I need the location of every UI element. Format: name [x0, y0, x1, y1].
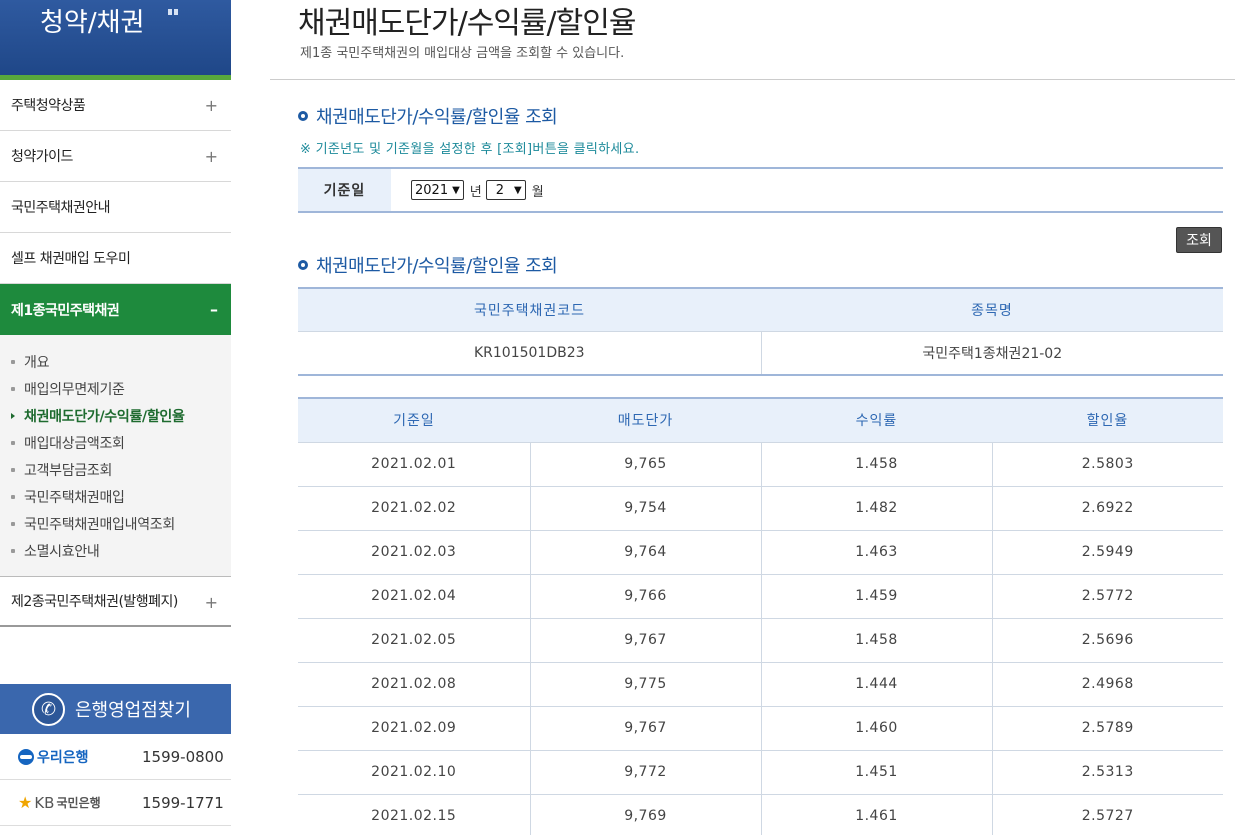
sidebar: 청약/채권 주택청약상품 + 청약가이드 + 국민주택채권안내 셀프 채권매입 … [0, 0, 231, 835]
table-row: 2021.02.15 9,769 1.461 2.5727 [298, 793, 1223, 835]
submenu-label: 매입대상금액조회 [24, 435, 125, 452]
table-row: 2021.02.04 9,766 1.459 2.5772 [298, 573, 1223, 618]
minus-icon: – [210, 300, 218, 319]
table-row: 2021.02.03 9,764 1.463 2.5949 [298, 529, 1223, 574]
bullet-icon [11, 494, 15, 499]
sidebar-item-self-purchase-helper[interactable]: 셀프 채권매입 도우미 [0, 233, 231, 284]
column-header: 수익률 [761, 398, 992, 442]
column-header: 매도단가 [530, 398, 761, 442]
column-header: 종목명 [761, 288, 1223, 331]
bank-row: 우리은행 1599-0800 [0, 734, 231, 780]
bank-finder-header[interactable]: ✆ 은행영업점찾기 [0, 684, 231, 734]
table-row: KR101501DB23 국민주택1종채권21-02 [298, 330, 1223, 375]
rate-table: 기준일 매도단가 수익률 할인율 2021.02.01 9,765 1.458 2.5… [298, 397, 1223, 835]
sidebar-item-label: 주택청약상품 [11, 98, 86, 114]
submenu-label: 개요 [24, 354, 50, 371]
sidebar-item-label: 제1종국민주택채권 [11, 302, 120, 319]
title-divider [270, 79, 1235, 80]
submenu-label: 고객부담금조회 [24, 462, 113, 479]
page-description: 제1종 국민주택채권의 매입대상 금액을 조회할 수 있습니다. [300, 46, 625, 61]
submenu-item-rates[interactable]: 채권매도단가/수익률/할인율 [0, 402, 231, 429]
column-header: 기준일 [298, 398, 530, 442]
bullet-icon [11, 548, 15, 553]
month-unit: 월 [531, 184, 544, 200]
table-row: 2021.02.09 9,767 1.460 2.5789 [298, 705, 1223, 750]
filter-label: 기준일 [298, 169, 391, 211]
sidebar-item-type1-bond[interactable]: 제1종국민주택채권 – [0, 284, 231, 335]
column-header: 국민주택채권코드 [298, 288, 761, 331]
table-row: 2021.02.08 9,775 1.444 2.4968 [298, 661, 1223, 706]
bond-code: KR101501DB23 [298, 330, 761, 375]
sidebar-item-subscription-guide[interactable]: 청약가이드 + [0, 131, 231, 182]
section-title: 채권매도단가/수익률/할인율 조회 [298, 103, 558, 129]
table-row: 2021.02.05 9,767 1.458 2.5696 [298, 617, 1223, 662]
plus-icon: + [204, 593, 218, 612]
sidebar-header: 청약/채권 [0, 0, 231, 75]
sidebar-item-housing-subscription[interactable]: 주택청약상품 + [0, 80, 231, 131]
bullet-icon [11, 359, 15, 364]
kb-star-icon: ★ [18, 793, 33, 812]
submenu-item-purchase[interactable]: 국민주택채권매입 [0, 483, 231, 510]
circle-bullet-icon [298, 111, 308, 121]
page-title: 채권매도단가/수익률/할인율 [298, 6, 636, 41]
submenu-item-purchase-history[interactable]: 국민주택채권매입내역조회 [0, 510, 231, 537]
sidebar-item-label: 제2종국민주택채권(발행폐지) [11, 594, 178, 610]
chevron-down-icon: ▼ [514, 184, 522, 196]
submenu: 개요 매입의무면제기준 채권매도단가/수익률/할인율 매입대상금액조회 고객부담… [0, 335, 231, 577]
date-filter: 기준일 2021 ▼ 년 2 ▼ 월 [298, 167, 1223, 213]
submenu-item-prescription[interactable]: 소멸시효안내 [0, 537, 231, 564]
triangle-right-icon [11, 412, 15, 419]
submenu-label: 국민주택채권매입 [24, 489, 125, 506]
bullet-icon [11, 467, 15, 472]
bank-row: ★ KB 국민은행 1599-1771 [0, 780, 231, 826]
table-row: 2021.02.02 9,754 1.482 2.6922 [298, 485, 1223, 530]
submenu-item-exemption[interactable]: 매입의무면제기준 [0, 375, 231, 402]
bank-finder-title: 은행영업점찾기 [75, 700, 191, 721]
bond-name: 국민주택1종채권21-02 [760, 330, 1223, 375]
sidebar-item-label: 청약가이드 [11, 149, 73, 165]
sidebar-item-bond-guide[interactable]: 국민주택채권안내 [0, 182, 231, 233]
circle-bullet-icon [298, 260, 308, 270]
bond-info-table: 국민주택채권코드 종목명 KR101501DB23 국민주택1종채권21-02 [298, 287, 1223, 376]
submenu-label: 채권매도단가/수익률/할인율 [24, 408, 185, 425]
sidebar-item-label: 국민주택채권안내 [11, 200, 111, 216]
year-select[interactable]: 2021 ▼ [411, 180, 464, 200]
submenu-label: 소멸시효안내 [24, 543, 100, 560]
header-decoration-icon [168, 0, 182, 15]
sidebar-title: 청약/채권 [40, 8, 145, 38]
column-header: 할인율 [992, 398, 1223, 442]
bank-tel: 1599-1771 [142, 793, 224, 812]
bullet-icon [11, 386, 15, 391]
submenu-item-customer-cost[interactable]: 고객부담금조회 [0, 456, 231, 483]
bullet-icon [11, 440, 15, 445]
submenu-label: 국민주택채권매입내역조회 [24, 516, 175, 533]
plus-icon: + [204, 96, 218, 115]
notice-text: ※ 기준년도 및 기준월을 설정한 후 [조회]버튼을 클릭하세요. [300, 142, 640, 157]
search-button[interactable]: 조회 [1176, 227, 1222, 253]
submenu-label: 매입의무면제기준 [24, 381, 125, 398]
year-unit: 년 [469, 184, 482, 200]
submenu-item-overview[interactable]: 개요 [0, 348, 231, 375]
woori-bank-logo: 우리은행 [18, 747, 89, 767]
table-row: 2021.02.01 9,765 1.458 2.5803 [298, 441, 1223, 486]
kb-bank-logo: ★ KB 국민은행 [18, 793, 101, 812]
sidebar-item-type2-bond[interactable]: 제2종국민주택채권(발행폐지) + [0, 577, 231, 627]
table-row: 2021.02.10 9,772 1.451 2.5313 [298, 749, 1223, 794]
plus-icon: + [204, 147, 218, 166]
submenu-item-amount-inquiry[interactable]: 매입대상금액조회 [0, 429, 231, 456]
chevron-down-icon: ▼ [452, 184, 460, 196]
sidebar-item-label: 셀프 채권매입 도우미 [11, 251, 131, 267]
woori-logo-icon [18, 748, 34, 765]
phone-icon: ✆ [32, 692, 65, 726]
month-select[interactable]: 2 ▼ [485, 180, 526, 200]
bullet-icon [11, 521, 15, 526]
section-title: 채권매도단가/수익률/할인율 조회 [298, 252, 558, 278]
bank-tel: 1599-0800 [142, 747, 224, 766]
